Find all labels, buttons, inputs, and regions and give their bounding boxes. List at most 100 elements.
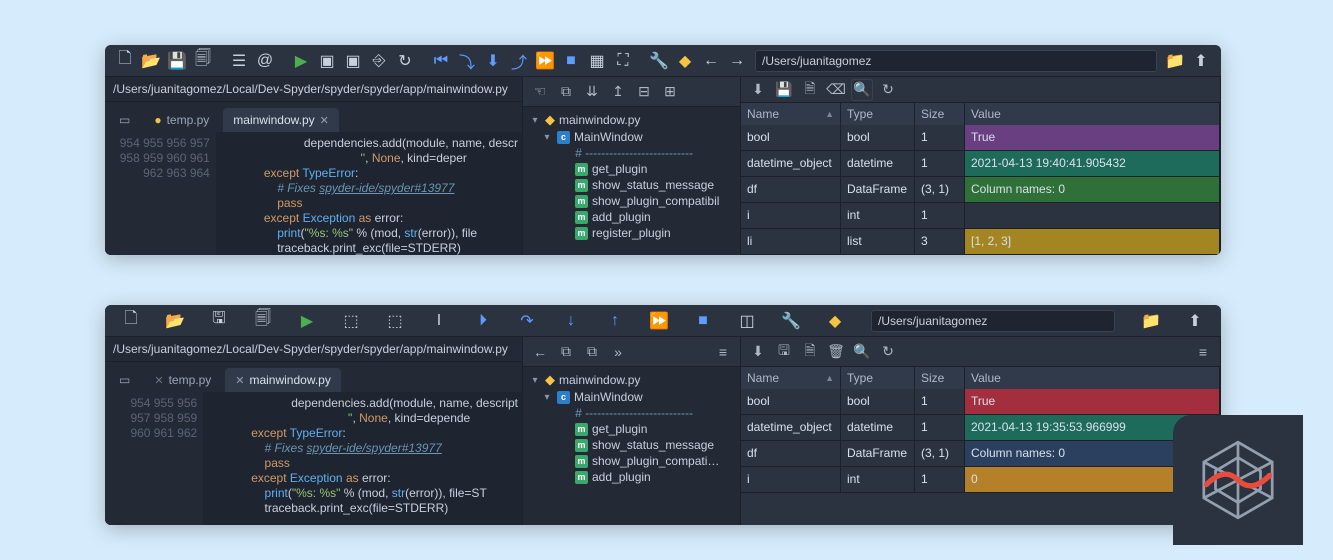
outline-method[interactable]: show_status_message <box>592 178 714 192</box>
var-row[interactable]: iint1 <box>741 203 1220 229</box>
debug-icon[interactable]: ⏵ <box>471 309 495 333</box>
run-cell-advance-icon[interactable]: ⬚ <box>383 309 407 333</box>
code-content[interactable]: dependencies.add(module, name, descript … <box>203 392 522 525</box>
collapse-icon[interactable]: ⇊ <box>581 81 603 103</box>
search-icon[interactable]: 🔍 <box>851 79 873 101</box>
import-icon[interactable]: ⬇ <box>747 79 769 101</box>
import-icon[interactable]: ⬇ <box>747 341 769 363</box>
outline-method[interactable]: register_plugin <box>592 226 671 240</box>
code-editor[interactable]: 954 955 956 957 958 959 960 961 962 depe… <box>105 392 522 525</box>
outline-method[interactable]: show_plugin_compatibil <box>592 194 719 208</box>
working-dir-input[interactable] <box>871 310 1115 332</box>
var-row[interactable]: iint10 <box>741 467 1220 493</box>
save-icon[interactable]: 💾 <box>165 49 189 73</box>
layout-icon[interactable]: ◫ <box>735 309 759 333</box>
var-row[interactable]: dfDataFrame(3, 1)Column names: 0 <box>741 441 1220 467</box>
python-icon[interactable]: ◆ <box>823 309 847 333</box>
layout-icon[interactable]: ▦ <box>585 49 609 73</box>
step-over-icon[interactable]: ↷ <box>515 309 539 333</box>
outline-class[interactable]: MainWindow <box>574 130 643 144</box>
outline-file[interactable]: mainwindow.py <box>559 113 640 127</box>
outline-method[interactable]: show_plugin_compati… <box>592 454 719 468</box>
run-selection-icon[interactable]: ⎆ <box>367 49 391 73</box>
refresh-icon[interactable]: ↻ <box>877 79 899 101</box>
step-out-icon[interactable]: ↑ <box>603 309 627 333</box>
var-table-body-1[interactable]: boolbool1Truedatetime_objectdatetime1202… <box>741 125 1220 255</box>
twisty-icon[interactable]: ▾ <box>541 132 553 143</box>
pointer-icon[interactable]: ← <box>529 341 551 363</box>
col-name-header[interactable]: Name▲ <box>741 103 841 125</box>
close-tab-icon[interactable]: ✕ <box>235 374 244 387</box>
list-icon[interactable]: ☰ <box>227 49 251 73</box>
tab-mainwindow[interactable]: ✕mainwindow.py <box>225 368 341 392</box>
copy-icon[interactable]: ⧉ <box>555 81 577 103</box>
plus-icon[interactable]: ⊞ <box>659 81 681 103</box>
save-as-icon[interactable]: 🗎 <box>799 341 821 363</box>
outline-method[interactable]: add_plugin <box>592 470 651 484</box>
debug-step-icon[interactable]: ⏮ <box>429 49 453 73</box>
open-icon[interactable]: 📂 <box>139 49 163 73</box>
var-row[interactable]: dfDataFrame(3, 1)Column names: 0 <box>741 177 1220 203</box>
wrench-icon[interactable]: 🔧 <box>779 309 803 333</box>
outline-file[interactable]: mainwindow.py <box>559 373 640 387</box>
forward-icon[interactable]: → <box>725 49 749 73</box>
var-row[interactable]: boolbool1True <box>741 125 1220 151</box>
outline-method[interactable]: get_plugin <box>592 162 647 176</box>
tab-temp[interactable]: ●temp.py <box>144 108 219 132</box>
col-type-header[interactable]: Type <box>841 103 915 125</box>
stop-icon[interactable]: ■ <box>559 49 583 73</box>
outline-method[interactable]: get_plugin <box>592 422 647 436</box>
fullscreen-icon[interactable]: ⛶ <box>611 49 635 73</box>
menu-icon[interactable]: ≡ <box>1192 341 1214 363</box>
more-icon[interactable]: » <box>607 341 629 363</box>
col-size-header[interactable]: Size <box>915 367 965 389</box>
col-value-header[interactable]: Value <box>965 367 1220 389</box>
run-icon[interactable]: ▶ <box>295 309 319 333</box>
step-in-icon[interactable]: ↓ <box>559 309 583 333</box>
col-size-header[interactable]: Size <box>915 103 965 125</box>
outline-tree[interactable]: ▾◆mainwindow.py ▾cMainWindow # ---------… <box>523 107 740 255</box>
working-dir-input[interactable] <box>755 50 1157 72</box>
erase-icon[interactable]: ⌫ <box>825 79 847 101</box>
run-cell-icon[interactable]: ▣ <box>315 49 339 73</box>
code-content[interactable]: dependencies.add(module, name, descr '',… <box>216 132 522 255</box>
code-editor[interactable]: 954 955 956 957 958 959 960 961 962 963 … <box>105 132 522 255</box>
debug-step-over-icon[interactable]: ⤵ <box>455 49 479 73</box>
save-icon[interactable]: 🖫 <box>207 309 231 333</box>
menu-icon[interactable]: ≡ <box>712 341 734 363</box>
run-cell-advance-icon[interactable]: ▣ <box>341 49 365 73</box>
tab-browser-icon[interactable]: ▭ <box>109 108 140 132</box>
copy-all-icon[interactable]: ⧉ <box>581 341 603 363</box>
parent-dir-icon[interactable]: ⬆ <box>1189 49 1213 73</box>
twisty-icon[interactable]: ▾ <box>541 392 553 403</box>
continue-icon[interactable]: ⏩ <box>647 309 671 333</box>
debug-step-into-icon[interactable]: ⬇ <box>481 49 505 73</box>
col-type-header[interactable]: Type <box>841 367 915 389</box>
save-data-icon[interactable]: 🖫 <box>773 341 795 363</box>
python-icon[interactable]: ◆ <box>673 49 697 73</box>
debug-step-out-icon[interactable]: ⤴ <box>507 49 531 73</box>
tab-mainwindow[interactable]: mainwindow.py✕ <box>223 108 339 132</box>
var-row[interactable]: datetime_objectdatetime12021-04-13 19:35… <box>741 415 1220 441</box>
twisty-icon[interactable]: ▾ <box>529 375 541 386</box>
run-cell-icon[interactable]: ⬚ <box>339 309 363 333</box>
run-icon[interactable]: ▶ <box>289 49 313 73</box>
stop-icon[interactable]: ■ <box>691 309 715 333</box>
cursor-icon[interactable]: I <box>427 309 451 333</box>
minus-icon[interactable]: ⊟ <box>633 81 655 103</box>
copy-icon[interactable]: ⧉ <box>555 341 577 363</box>
outline-method[interactable]: show_status_message <box>592 438 714 452</box>
save-all-icon[interactable]: 🗐 <box>251 309 275 333</box>
delete-icon[interactable]: 🗑 <box>825 341 847 363</box>
close-tab-icon[interactable]: ✕ <box>320 114 329 127</box>
outline-method[interactable]: add_plugin <box>592 210 651 224</box>
parent-dir-icon[interactable]: ⬆ <box>1183 309 1207 333</box>
back-icon[interactable]: ← <box>699 49 723 73</box>
pointer-icon[interactable]: ☜ <box>529 81 551 103</box>
wrench-icon[interactable]: 🔧 <box>647 49 671 73</box>
browse-dir-icon[interactable]: 📁 <box>1163 49 1187 73</box>
open-icon[interactable]: 📂 <box>163 309 187 333</box>
var-table-body-2[interactable]: boolbool1Truedatetime_objectdatetime1202… <box>741 389 1220 525</box>
var-row[interactable]: boolbool1True <box>741 389 1220 415</box>
new-file-icon[interactable]: 🗋 <box>113 49 137 73</box>
